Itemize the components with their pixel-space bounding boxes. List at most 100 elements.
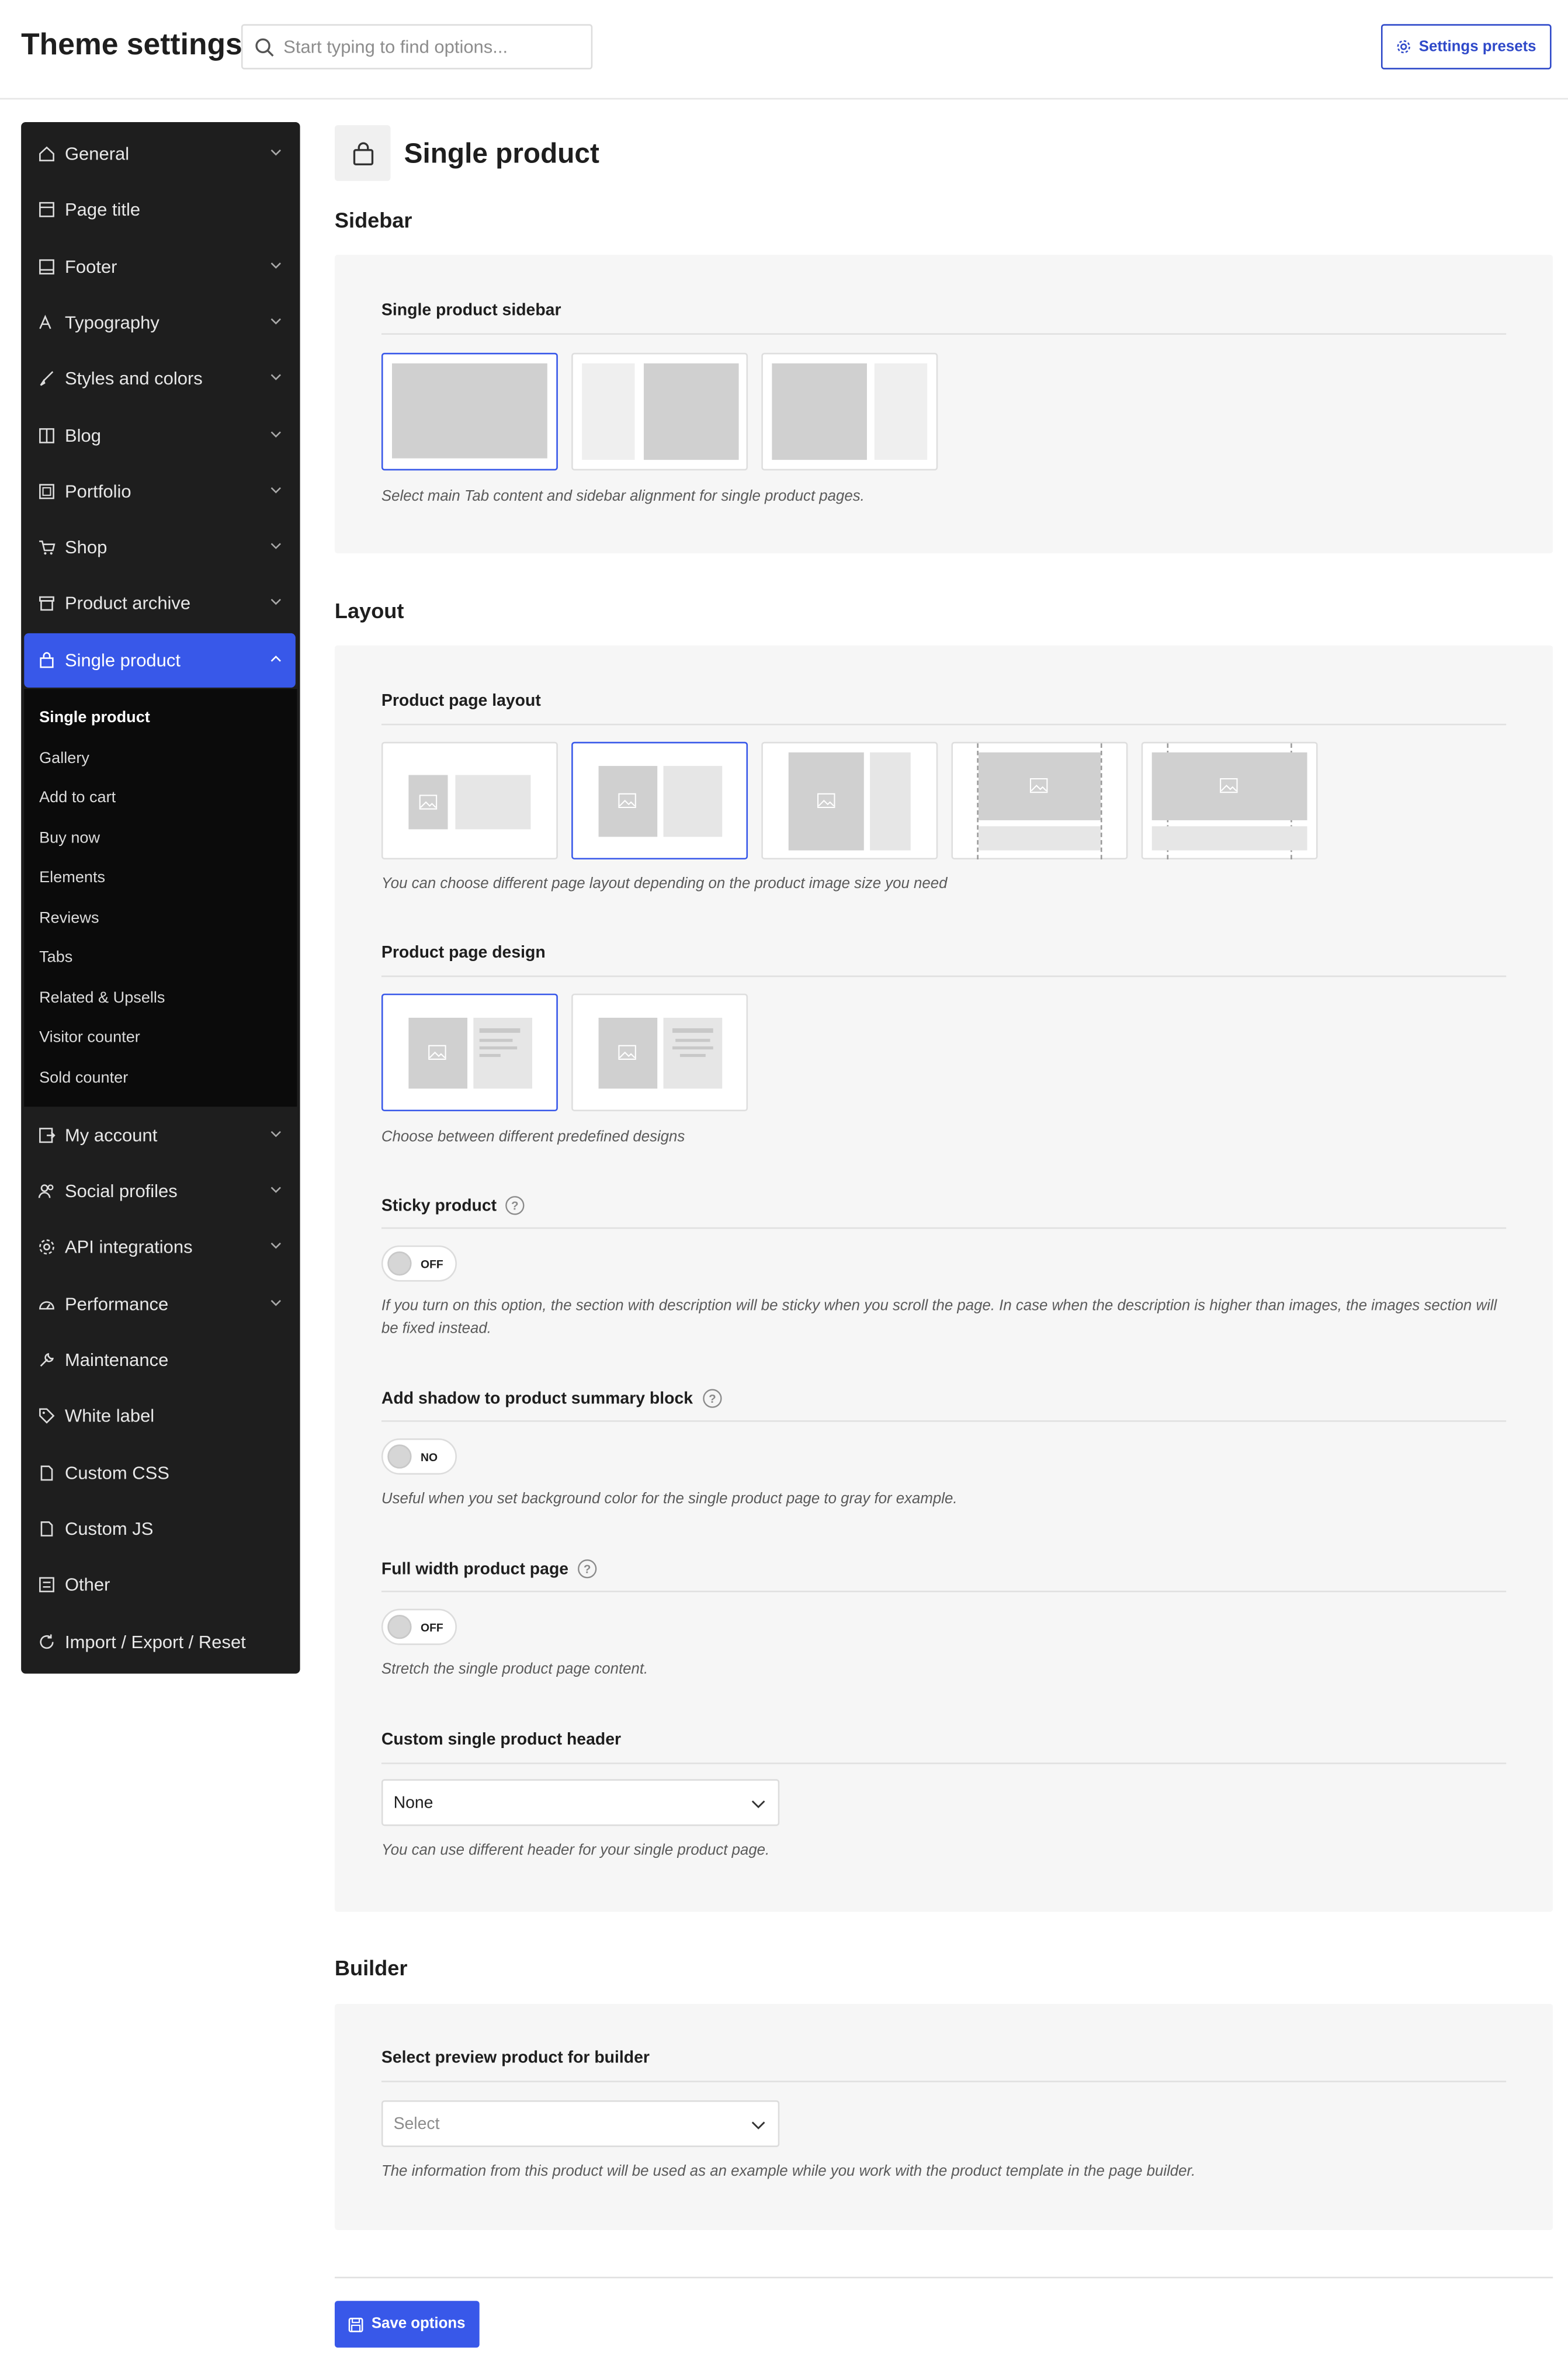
option-label: Select preview product for builder [381, 2049, 650, 2068]
layout-option-medium-image[interactable] [571, 741, 748, 860]
divider [381, 2080, 1507, 2083]
shadow-toggle[interactable]: NO [381, 1438, 457, 1475]
custom-header-select[interactable]: None [381, 1779, 780, 1826]
sidebar-item-maintenance[interactable]: Maintenance [24, 1333, 296, 1387]
sidebar-item-label: Portfolio [64, 481, 131, 502]
svg-text:?: ? [584, 1563, 591, 1576]
sidebar-item-product-archive[interactable]: Product archive [24, 576, 296, 630]
sidebar-item-performance[interactable]: Performance [24, 1277, 296, 1331]
submenu-item-buy-now[interactable]: Buy now [39, 829, 100, 847]
sidebar-item-portfolio[interactable]: Portfolio [24, 464, 296, 519]
preview-content-block [772, 363, 867, 460]
submenu-item-elements[interactable]: Elements [39, 869, 105, 887]
tag-icon [39, 1408, 55, 1424]
image-icon [1029, 778, 1048, 793]
image-placeholder [788, 752, 864, 851]
toggle-knob [387, 1615, 412, 1639]
sidebar-item-single-product[interactable]: Single product [24, 633, 296, 688]
sidebar-panel: Single product sidebar Select main Tab c… [334, 255, 1553, 554]
layout-option-large-image[interactable] [761, 741, 938, 860]
account-icon [39, 1128, 55, 1143]
chevron-down-icon [270, 431, 281, 438]
submenu-item-sold-counter[interactable]: Sold counter [39, 1069, 128, 1087]
toggle-state: NO [421, 1449, 438, 1464]
design-option-centered[interactable] [571, 993, 748, 1112]
chevron-up-icon [270, 656, 281, 662]
sidebar-item-general[interactable]: General [24, 127, 296, 181]
sidebar-option-no-sidebar[interactable] [381, 352, 558, 471]
js-file-icon [40, 1521, 53, 1537]
help-text: Choose between different predefined desi… [381, 1129, 685, 1146]
submenu-item-related-upsells[interactable]: Related & Upsells [39, 989, 165, 1007]
divider [381, 1227, 1507, 1229]
toggle-knob [387, 1444, 412, 1469]
help-circle-icon[interactable]: ? [506, 1196, 526, 1216]
search-box[interactable] [241, 24, 593, 70]
image-icon [817, 793, 835, 809]
help-text: Useful when you set background color for… [381, 1491, 958, 1508]
design-option-classic[interactable] [381, 993, 558, 1112]
submenu-item-visitor-counter[interactable]: Visitor counter [39, 1028, 140, 1046]
help-circle-icon[interactable]: ? [578, 1559, 598, 1579]
theme-settings-app: Theme settings Settings presets General … [0, 0, 1568, 2361]
sidebar-item-typography[interactable]: Typography [24, 296, 296, 350]
settings-presets-button[interactable]: Settings presets [1380, 24, 1552, 70]
submenu-item-add-to-cart[interactable]: Add to cart [39, 789, 116, 807]
layout-option-wide-image[interactable] [951, 741, 1128, 860]
blog-icon [39, 428, 54, 443]
sidebar-item-custom-css[interactable]: Custom CSS [24, 1446, 296, 1500]
sidebar-item-label: Footer [64, 256, 117, 278]
sidebar-item-custom-js[interactable]: Custom JS [24, 1501, 296, 1556]
option-label: Product page layout [381, 692, 541, 710]
help-text: Select main Tab content and sidebar alig… [381, 488, 865, 505]
builder-panel: Select preview product for builder Selec… [334, 2003, 1553, 2230]
chevron-down-icon [270, 1300, 281, 1306]
summary-placeholder [870, 752, 911, 851]
submenu-item-gallery[interactable]: Gallery [39, 750, 89, 768]
sticky-product-toggle[interactable]: OFF [381, 1245, 457, 1282]
sidebar-item-page-title[interactable]: Page title [24, 182, 296, 237]
sidebar-item-blog[interactable]: Blog [24, 408, 296, 463]
divider [381, 975, 1507, 977]
home-icon [39, 146, 54, 162]
sidebar-option-right-sidebar[interactable] [761, 352, 938, 471]
preview-block [392, 363, 547, 459]
footer-icon [39, 259, 54, 275]
save-options-label: Save options [371, 2316, 466, 2333]
sidebar-item-footer[interactable]: Footer [24, 240, 296, 294]
save-options-button[interactable]: Save options [334, 2301, 480, 2348]
chevron-down-icon [270, 487, 281, 494]
sidebar-item-my-account[interactable]: My account [24, 1108, 296, 1163]
sidebar-item-import-export-reset[interactable]: Import / Export / Reset [24, 1615, 296, 1669]
option-label: Full width product page [381, 1559, 569, 1578]
help-circle-icon[interactable]: ? [702, 1389, 722, 1409]
section-title-layout: Layout [334, 598, 404, 623]
summary-placeholder [473, 1018, 533, 1089]
sidebar-item-label: Shop [64, 536, 107, 558]
chevron-down-icon [270, 318, 281, 325]
sidebar-item-label: Import / Export / Reset [64, 1631, 246, 1653]
sidebar-item-white-label[interactable]: White label [24, 1389, 296, 1443]
divider [381, 723, 1507, 726]
sidebar-option-left-sidebar[interactable] [571, 352, 748, 471]
layout-option-small-image[interactable] [381, 741, 558, 860]
submenu-item-single-product[interactable]: Single product [39, 709, 150, 727]
sidebar-item-shop[interactable]: Shop [24, 520, 296, 574]
preview-product-select[interactable]: Select [381, 2100, 780, 2148]
sidebar-item-social-profiles[interactable]: Social profiles [24, 1164, 296, 1218]
image-icon [419, 795, 438, 810]
settings-sidebar: General Page title Footer Typography Sty… [21, 122, 300, 1674]
sidebar-item-api-integrations[interactable]: API integrations [24, 1220, 296, 1274]
sidebar-item-other[interactable]: Other [24, 1558, 296, 1612]
submenu-item-reviews[interactable]: Reviews [39, 909, 99, 927]
layout-option-full-width[interactable] [1141, 741, 1318, 860]
sidebar-item-styles-and-colors[interactable]: Styles and colors [24, 351, 296, 405]
archive-icon [39, 596, 54, 611]
section-title-builder: Builder [334, 1955, 408, 1980]
search-input[interactable] [283, 36, 570, 58]
submenu-item-tabs[interactable]: Tabs [39, 948, 72, 966]
full-width-toggle[interactable]: OFF [381, 1608, 457, 1645]
css-file-icon [40, 1465, 53, 1481]
sidebar-item-label: My account [64, 1125, 158, 1146]
page-icon-box [334, 125, 391, 181]
